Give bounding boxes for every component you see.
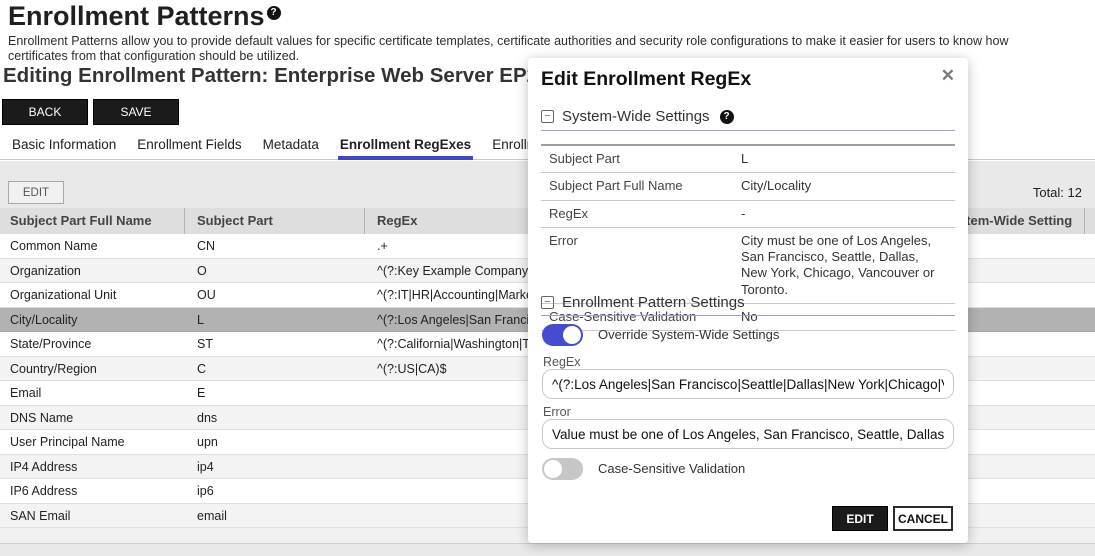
back-button[interactable]: BACK: [2, 99, 88, 125]
table-cell: L: [185, 308, 365, 332]
page-title: Enrollment Patterns?: [8, 1, 281, 32]
table-cell: SAN Email: [0, 504, 185, 528]
column-header-subject-part-full-name[interactable]: Subject Part Full Name: [0, 208, 185, 234]
table-edit-button[interactable]: EDIT: [8, 181, 64, 204]
help-icon[interactable]: ?: [720, 110, 734, 124]
save-button[interactable]: SAVE: [93, 99, 179, 125]
row-label: Error: [541, 228, 741, 303]
table-cell: Common Name: [0, 234, 185, 258]
table-cell: [1085, 308, 1095, 332]
table-cell: [1085, 234, 1095, 258]
table-cell: ip4: [185, 455, 365, 479]
table-cell: Country/Region: [0, 357, 185, 381]
table-cell: email: [185, 504, 365, 528]
toggle-knob: [544, 460, 562, 478]
close-icon[interactable]: ✕: [941, 66, 955, 86]
table-cell: OU: [185, 283, 365, 307]
table-cell: dns: [185, 406, 365, 430]
collapse-icon[interactable]: −: [541, 296, 554, 309]
table-cell: ip6: [185, 479, 365, 503]
section-title: System-Wide Settings: [562, 108, 710, 125]
table-cell: [1085, 283, 1095, 307]
override-system-wide-toggle[interactable]: [542, 324, 583, 346]
row-label: Subject Part Full Name: [541, 173, 741, 199]
table-cell: [1085, 357, 1095, 381]
dialog-edit-button[interactable]: EDIT: [832, 506, 888, 531]
dialog-title: Edit Enrollment RegEx: [541, 68, 751, 91]
edit-enrollment-regex-dialog: Edit Enrollment RegEx ✕ − System-Wide Se…: [528, 58, 968, 543]
row-label: RegEx: [541, 201, 741, 227]
case-sensitive-toggle-label: Case-Sensitive Validation: [598, 458, 745, 480]
tab-basic-information[interactable]: Basic Information: [10, 131, 118, 160]
dialog-buttons: EDIT CANCEL: [832, 506, 953, 531]
table-cell: DNS Name: [0, 406, 185, 430]
row-value: City must be one of Los Angeles, San Fra…: [741, 228, 951, 303]
help-icon[interactable]: ?: [267, 6, 281, 20]
table-cell: E: [185, 381, 365, 405]
table-cell: [1085, 381, 1095, 405]
editing-pattern-title: Editing Enrollment Pattern: Enterprise W…: [3, 64, 538, 88]
enrollment-pattern-settings-section-header: − Enrollment Pattern Settings: [541, 294, 745, 311]
column-header-subject-part[interactable]: Subject Part: [185, 208, 365, 234]
table-cell: O: [185, 259, 365, 283]
table-cell: [1085, 406, 1095, 430]
section-title: Enrollment Pattern Settings: [562, 294, 745, 311]
error-field-label: Error: [543, 405, 571, 419]
error-input[interactable]: [542, 419, 954, 449]
table-cell: IP6 Address: [0, 479, 185, 503]
row-value: -: [741, 201, 955, 227]
table-cell: CN: [185, 234, 365, 258]
table-cell: City/Locality: [0, 308, 185, 332]
table-total-count: Total: 12: [1033, 185, 1082, 200]
row-value: City/Locality: [741, 173, 955, 199]
regex-input[interactable]: [542, 369, 954, 399]
section-divider: [541, 130, 955, 131]
table-row: Subject Part L: [541, 146, 955, 173]
table-row: Subject Part Full Name City/Locality: [541, 173, 955, 200]
collapse-icon[interactable]: −: [541, 110, 554, 123]
table-cell: Organization: [0, 259, 185, 283]
table-row: Error City must be one of Los Angeles, S…: [541, 228, 955, 304]
toggle-knob: [563, 326, 581, 344]
tab-metadata[interactable]: Metadata: [261, 131, 321, 160]
column-header-spacer: [1085, 208, 1095, 234]
system-wide-settings-section-header: − System-Wide Settings ?: [541, 108, 734, 125]
table-cell: User Principal Name: [0, 430, 185, 454]
table-cell: ST: [185, 332, 365, 356]
table-cell: upn: [185, 430, 365, 454]
table-cell: C: [185, 357, 365, 381]
table-cell: Organizational Unit: [0, 283, 185, 307]
table-cell: State/Province: [0, 332, 185, 356]
table-cell: [1085, 479, 1095, 503]
table-cell: Email: [0, 381, 185, 405]
table-cell: IP4 Address: [0, 455, 185, 479]
dialog-cancel-button[interactable]: CANCEL: [893, 506, 953, 531]
table-cell: [1085, 504, 1095, 528]
table-cell: [1085, 455, 1095, 479]
tab-enrollment-fields[interactable]: Enrollment Fields: [135, 131, 243, 160]
regex-field-label: RegEx: [543, 355, 581, 369]
table-row: RegEx -: [541, 201, 955, 228]
override-toggle-label: Override System-Wide Settings: [598, 324, 779, 346]
table-cell: [1085, 332, 1095, 356]
row-label: Subject Part: [541, 146, 741, 172]
table-cell: [1085, 259, 1095, 283]
case-sensitive-toggle[interactable]: [542, 458, 583, 480]
tab-enrollment-regexes[interactable]: Enrollment RegExes: [338, 131, 473, 160]
row-value: L: [741, 146, 955, 172]
section-divider: [541, 315, 955, 316]
table-cell: [1085, 430, 1095, 454]
